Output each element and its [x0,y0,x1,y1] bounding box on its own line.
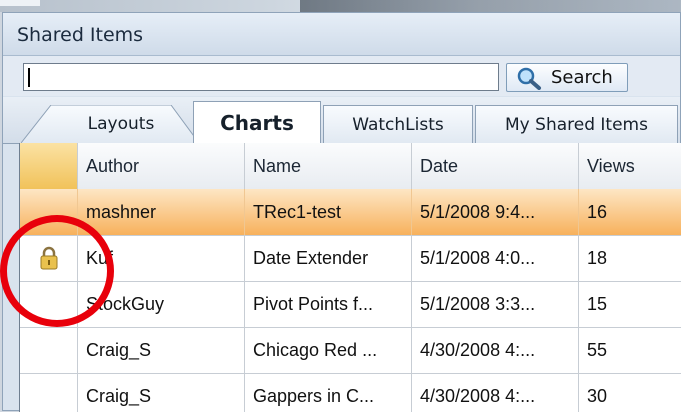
tab-layouts[interactable]: Layouts [59,105,183,143]
table-row[interactable]: Kuf Date Extender 5/1/2008 4:0... 18 [20,235,681,282]
views-cell: 15 [587,293,608,314]
text-caret [28,68,30,87]
tab-watchlists[interactable]: WatchLists [323,105,473,143]
column-header-author[interactable]: Author [78,143,245,189]
column-header-views[interactable]: Views [579,143,681,189]
author-cell: Craig_S [78,327,245,373]
shared-items-grid: Author Name Date Views mashner TRec1-tes… [19,143,681,412]
search-button[interactable]: Search [506,63,628,92]
panel-title: Shared Items [17,24,144,46]
column-header-date[interactable]: Date [412,143,579,189]
lock-cell [20,189,78,235]
views-cell: 30 [587,385,608,406]
lock-cell [20,327,78,373]
tab-my-shared-items-label: My Shared Items [505,114,648,135]
table-row[interactable]: Craig_S Chicago Red ... 4/30/2008 4:... … [20,327,681,374]
lock-cell [20,235,78,281]
tab-charts[interactable]: Charts [193,101,321,144]
tab-my-shared-items[interactable]: My Shared Items [475,105,678,143]
window-top-strip [0,0,681,12]
tab-watchlists-label: WatchLists [352,114,444,135]
date-cell: 5/1/2008 3:3... [412,281,579,327]
padlock-icon [40,246,57,270]
author-cell: StockGuy [78,281,245,327]
tab-strip: Layouts Charts WatchLists My Shared Item… [3,97,680,144]
name-cell: Chicago Red ... [245,327,412,373]
views-cell: 16 [587,201,608,222]
panel-title-bar: Shared Items [3,13,680,56]
name-cell: Gappers in C... [245,373,412,412]
table-header: Author Name Date Views [20,143,681,190]
search-bar: Search [3,56,680,96]
search-button-label: Search [551,67,613,88]
table-row[interactable]: Craig_S Gappers in C... 4/30/2008 4:... … [20,373,681,412]
tab-charts-label: Charts [220,111,294,135]
top-strip-shadow [300,0,681,12]
name-cell: Date Extender [245,235,412,281]
date-cell: 4/30/2008 4:... [412,373,579,412]
author-cell: mashner [78,189,245,235]
views-cell: 18 [587,247,608,268]
author-cell: Kuf [78,235,245,281]
top-strip-notch [0,0,40,6]
date-cell: 4/30/2008 4:... [412,327,579,373]
date-cell: 5/1/2008 4:0... [412,235,579,281]
tab-layouts-label: Layouts [87,114,155,134]
name-cell: Pivot Points f... [245,281,412,327]
lock-cell [20,281,78,327]
table-row[interactable]: mashner TRec1-test 5/1/2008 9:4... 16 [20,189,681,236]
author-cell: Craig_S [78,373,245,412]
views-cell: 55 [587,339,608,360]
table-row[interactable]: StockGuy Pivot Points f... 5/1/2008 3:3.… [20,281,681,328]
lock-cell [20,373,78,412]
column-header-name[interactable]: Name [245,143,412,189]
search-input[interactable] [23,63,499,91]
magnifier-icon [517,67,541,90]
name-cell: TRec1-test [245,189,412,235]
shared-items-panel: Shared Items Search Layouts Charts Watch… [2,12,681,412]
lock-column-header[interactable] [20,143,78,189]
date-cell: 5/1/2008 9:4... [412,189,579,235]
